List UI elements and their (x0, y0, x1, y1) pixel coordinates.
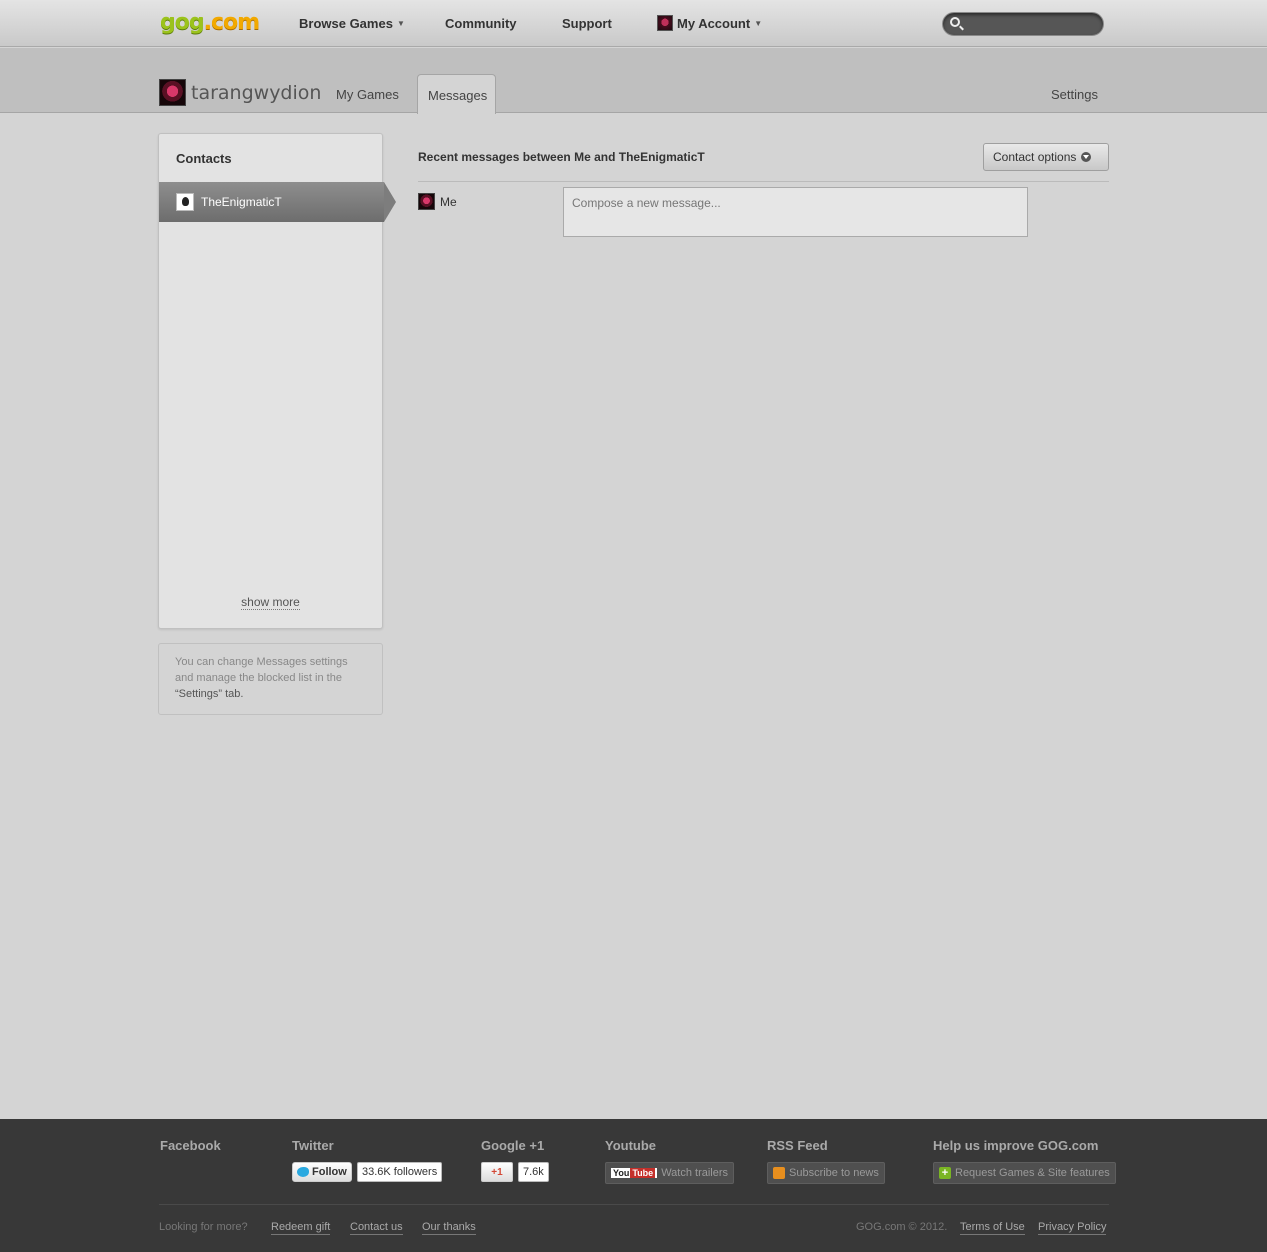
contacts-panel: Contacts TheEnigmaticT show more (158, 133, 396, 629)
google-plus-one-button[interactable]: +1 (481, 1162, 513, 1182)
google-plus-count: 7.6k (518, 1162, 549, 1182)
show-more-link[interactable]: show more (159, 595, 382, 610)
redeem-gift-link[interactable]: Redeem gift (271, 1221, 331, 1235)
me-avatar (418, 193, 435, 210)
footer-twitter-heading: Twitter (292, 1138, 334, 1153)
privacy-policy-link[interactable]: Privacy Policy (1038, 1221, 1107, 1235)
user-avatar (159, 79, 186, 106)
settings-hint-tab: “Settings” tab. (175, 688, 244, 700)
contact-avatar-icon (176, 193, 194, 211)
twitter-follow-button[interactable]: Follow (292, 1162, 352, 1182)
footer-youtube-heading: Youtube (605, 1138, 657, 1153)
tab-my-games[interactable]: My Games (336, 87, 399, 102)
rss-icon (773, 1167, 785, 1179)
footer-rss-heading: RSS Feed (767, 1138, 828, 1153)
contact-name: TheEnigmaticT (201, 195, 282, 209)
copyright-text: GOG.com © 2012. (856, 1221, 948, 1233)
youtube-watch-trailers-button[interactable]: You Tube Watch trailers (605, 1162, 735, 1184)
compose-message-input[interactable] (563, 187, 1028, 237)
tab-settings[interactable]: Settings (1051, 87, 1098, 102)
contacts-title: Contacts (176, 151, 232, 166)
twitter-bird-icon (297, 1167, 309, 1177)
nav-community[interactable]: Community (445, 16, 517, 31)
contact-options-button[interactable]: Contact options (983, 143, 1109, 171)
search-icon (950, 17, 960, 27)
account-avatar-icon (657, 14, 673, 31)
contact-us-link[interactable]: Contact us (350, 1221, 403, 1235)
footer-facebook-heading: Facebook (160, 1138, 221, 1153)
tab-messages[interactable]: Messages (417, 74, 496, 114)
looking-for-more-text: Looking for more? (159, 1221, 248, 1233)
nav-my-account[interactable]: My Account ▼ (657, 14, 762, 31)
footer-divider (159, 1204, 1109, 1205)
terms-of-use-link[interactable]: Terms of Use (960, 1221, 1025, 1235)
request-features-button[interactable]: + Request Games & Site features (933, 1162, 1116, 1184)
plus-icon: + (939, 1167, 951, 1179)
footer-improve-heading: Help us improve GOG.com (933, 1138, 1099, 1153)
twitter-followers-count: 33.6K followers (357, 1162, 443, 1182)
nav-browse-games[interactable]: Browse Games ▼ (299, 16, 405, 31)
divider (418, 181, 1109, 182)
chevron-down-icon: ▼ (754, 19, 763, 28)
contact-item[interactable]: TheEnigmaticT (159, 182, 396, 222)
chevron-down-circle-icon (1081, 152, 1092, 162)
nav-support[interactable]: Support (562, 16, 612, 31)
footer-google-heading: Google +1 (481, 1138, 545, 1153)
settings-hint: You can change Messages settings and man… (158, 643, 383, 715)
me-label: Me (440, 195, 457, 209)
gog-logo[interactable]: gog.com (160, 10, 260, 35)
username: tarangwydion (191, 82, 322, 104)
our-thanks-link[interactable]: Our thanks (422, 1221, 476, 1235)
conversation-title: Recent messages between Me and TheEnigma… (418, 150, 705, 164)
youtube-icon: You Tube (611, 1168, 658, 1178)
chevron-down-icon: ▼ (396, 19, 405, 28)
search-input[interactable] (942, 12, 1104, 36)
rss-subscribe-button[interactable]: Subscribe to news (767, 1162, 885, 1184)
